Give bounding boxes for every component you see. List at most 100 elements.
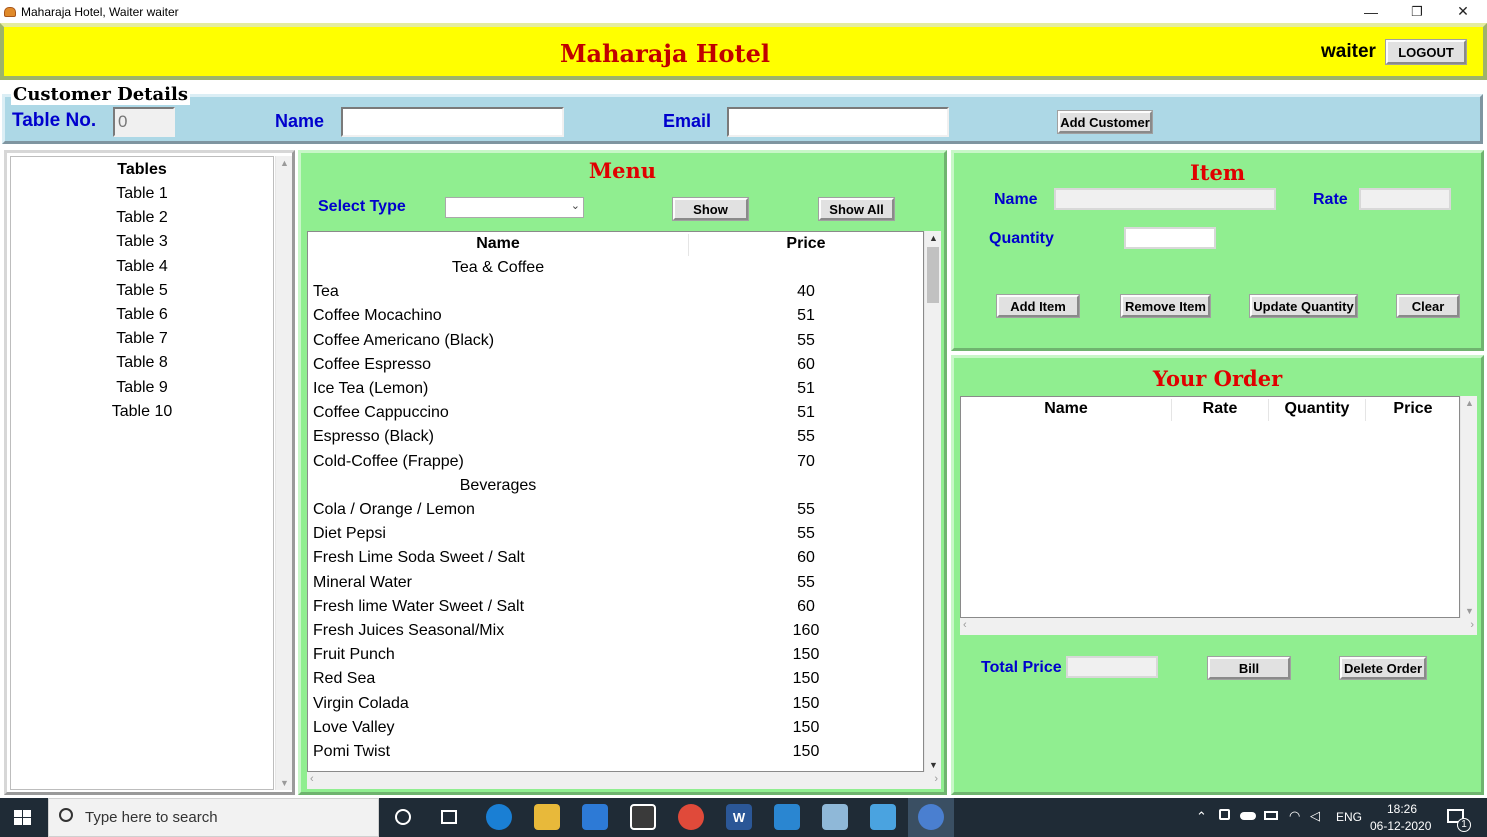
menu-item-row[interactable]: Coffee Americano (Black) 55 — [308, 331, 923, 353]
table-list-item[interactable]: Table 8 — [11, 354, 273, 372]
menu-item-row[interactable]: Coffee Espresso 60 — [308, 355, 923, 377]
menu-item-row[interactable]: Mineral Water 55 — [308, 573, 923, 595]
show-button[interactable]: Show — [672, 197, 749, 221]
word-icon[interactable]: W — [726, 804, 752, 830]
vscode-icon[interactable] — [774, 804, 800, 830]
menu-item-row[interactable]: Ice Tea (Lemon) 51 — [308, 379, 923, 401]
menu-item-row[interactable]: Virgin Colada 150 — [308, 694, 923, 716]
clock-date[interactable]: 06-12-2020 — [1370, 819, 1431, 833]
item-name-field[interactable] — [1054, 188, 1276, 210]
cortana-icon[interactable] — [395, 809, 411, 825]
menu-item-row[interactable]: Fruit Punch 150 — [308, 645, 923, 667]
remove-item-button[interactable]: Remove Item — [1120, 294, 1211, 318]
table-list-item[interactable]: Table 5 — [11, 282, 273, 300]
menu-item-row[interactable]: Coffee Cappuccino 51 — [308, 403, 923, 425]
menu-category-row[interactable]: Beverages — [308, 476, 923, 498]
table-list-item[interactable]: Table 3 — [11, 233, 273, 251]
mail-icon[interactable] — [582, 804, 608, 830]
scroll-up-icon[interactable]: ▲ — [925, 231, 942, 245]
menu-type-select[interactable]: ⌄ — [445, 197, 584, 218]
table-list-item[interactable]: Table 4 — [11, 258, 273, 276]
scroll-down-icon[interactable]: ▼ — [1461, 604, 1478, 618]
menu-category-row[interactable]: Tea & Coffee — [308, 258, 923, 280]
total-price-field[interactable] — [1066, 656, 1158, 678]
menu-item-name: Fresh Juices Seasonal/Mix — [313, 622, 505, 639]
scroll-left-icon[interactable]: ‹ — [963, 619, 967, 631]
menu-item-row[interactable]: Fresh lime Water Sweet / Salt 60 — [308, 597, 923, 619]
app-burger-icon — [4, 6, 16, 17]
minimize-icon[interactable]: — — [1348, 0, 1394, 23]
scroll-up-icon[interactable]: ▲ — [276, 156, 293, 170]
scroll-right-icon[interactable]: › — [934, 773, 938, 785]
onedrive-icon[interactable] — [1240, 812, 1256, 820]
menu-hscrollbar[interactable]: ‹ › — [307, 772, 941, 789]
menu-item-price: 55 — [797, 573, 815, 591]
menu-item-row[interactable]: Cold-Coffee (Frappe) 70 — [308, 452, 923, 474]
menu-item-row[interactable]: Tea 40 — [308, 282, 923, 304]
volume-icon[interactable]: ◁ — [1310, 808, 1320, 824]
table-list-item[interactable]: Table 6 — [11, 306, 273, 324]
scroll-down-icon[interactable]: ▼ — [925, 758, 942, 772]
menu-item-name: Fresh Lime Soda Sweet / Salt — [313, 549, 525, 567]
close-icon[interactable]: ✕ — [1440, 0, 1486, 23]
photos-icon[interactable] — [870, 804, 896, 830]
language-indicator[interactable]: ENG — [1336, 810, 1362, 824]
clear-button[interactable]: Clear — [1396, 294, 1460, 318]
scroll-thumb[interactable] — [927, 247, 939, 303]
menu-item-price: 55 — [797, 331, 815, 349]
menu-item-row[interactable]: Pomi Twist 150 — [308, 742, 923, 764]
order-panel: Your Order Name Rate Quantity Price ▲ ▼ … — [951, 355, 1484, 795]
table-list-item[interactable]: Table 1 — [11, 185, 273, 203]
menu-item-row[interactable]: Love Valley 150 — [308, 718, 923, 740]
item-quantity-input[interactable] — [1124, 227, 1216, 249]
meet-now-icon[interactable] — [1219, 809, 1230, 820]
add-customer-button[interactable]: Add Customer — [1057, 110, 1153, 134]
order-hscrollbar[interactable]: ‹ › — [960, 618, 1477, 635]
python-app-icon[interactable] — [918, 804, 944, 830]
wifi-icon[interactable]: ◠ — [1289, 808, 1300, 824]
battery-icon[interactable] — [1264, 811, 1278, 820]
bill-button[interactable]: Bill — [1207, 656, 1291, 680]
task-view-icon[interactable] — [441, 810, 457, 824]
active-app-slot[interactable] — [908, 798, 954, 837]
customer-email-input[interactable] — [727, 107, 949, 137]
table-list-item[interactable]: Table 2 — [11, 209, 273, 227]
tables-scrollbar[interactable]: ▲ ▼ — [275, 156, 292, 790]
notes-icon[interactable] — [822, 804, 848, 830]
tray-chevron-up-icon[interactable]: ⌃ — [1196, 809, 1207, 825]
menu-item-row[interactable]: Diet Pepsi 55 — [308, 524, 923, 546]
windows-start-icon[interactable] — [14, 810, 31, 826]
menu-item-row[interactable]: Coffee Mocachino 51 — [308, 306, 923, 328]
restore-icon[interactable]: ❐ — [1394, 0, 1440, 23]
table-list-item[interactable]: Table 10 — [11, 403, 273, 421]
scroll-up-icon[interactable]: ▲ — [1461, 396, 1478, 410]
store-icon[interactable] — [630, 804, 656, 830]
taskbar-search-box[interactable]: Type here to search — [48, 798, 379, 837]
order-vscrollbar[interactable]: ▲ ▼ — [1460, 396, 1477, 618]
table-list-item[interactable]: Table 7 — [11, 330, 273, 348]
update-quantity-button[interactable]: Update Quantity — [1249, 294, 1358, 318]
file-explorer-icon[interactable] — [534, 804, 560, 830]
menu-vscrollbar[interactable]: ▲ ▼ — [924, 231, 941, 772]
show-all-button[interactable]: Show All — [818, 197, 895, 221]
table-no-field[interactable]: 0 — [113, 107, 175, 137]
item-title: Item — [1189, 160, 1246, 185]
delete-order-button[interactable]: Delete Order — [1339, 656, 1427, 680]
menu-item-row[interactable]: Fresh Juices Seasonal/Mix 160 — [308, 621, 923, 643]
logout-button[interactable]: LOGOUT — [1385, 39, 1467, 65]
menu-item-row[interactable]: Cola / Orange / Lemon 55 — [308, 500, 923, 522]
scroll-left-icon[interactable]: ‹ — [310, 773, 314, 785]
scroll-right-icon[interactable]: › — [1470, 619, 1474, 631]
scroll-down-icon[interactable]: ▼ — [276, 776, 293, 790]
menu-item-row[interactable]: Espresso (Black) 55 — [308, 427, 923, 449]
menu-item-row[interactable]: Fresh Lime Soda Sweet / Salt 60 — [308, 548, 923, 570]
add-item-button[interactable]: Add Item — [996, 294, 1080, 318]
edge-browser-icon[interactable] — [486, 804, 512, 830]
table-list-item[interactable]: Table 9 — [11, 379, 273, 397]
item-rate-field[interactable] — [1359, 188, 1451, 210]
window-titlebar: Maharaja Hotel, Waiter waiter — ❐ ✕ — [0, 0, 1487, 23]
customer-name-input[interactable] — [341, 107, 564, 137]
menu-item-row[interactable]: Red Sea 150 — [308, 669, 923, 691]
chrome-icon[interactable] — [678, 804, 704, 830]
clock-time[interactable]: 18:26 — [1387, 802, 1417, 816]
